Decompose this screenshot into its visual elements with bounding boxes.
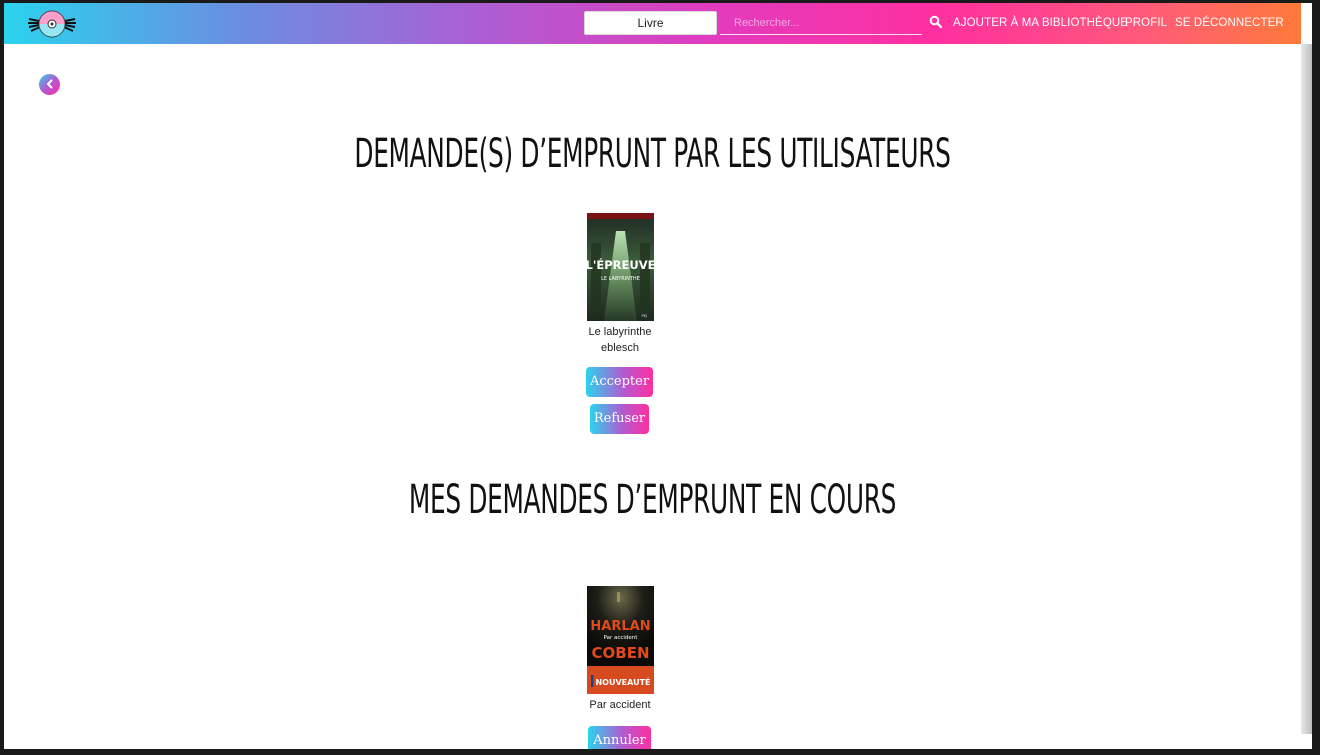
incoming-requests-heading: DEMANDE(S) D’EMPRUNT PAR LES UTILISATEUR… (354, 131, 951, 177)
search-input[interactable] (720, 11, 922, 35)
scrollbar-shadow (1301, 44, 1312, 734)
search-type-select[interactable]: Livre (584, 11, 717, 35)
book-title: Le labyrinthe (588, 326, 652, 338)
back-button[interactable] (39, 74, 60, 95)
book-title: Par accident (589, 699, 651, 711)
cover-badge: NOUVEAUTÉ (595, 676, 650, 687)
cover-text: L'ÉPREUVE (587, 257, 654, 272)
search-type-value: Livre (637, 16, 664, 30)
browser-viewport: Livre AJOUTER À MA BIBLIOTHÈQUE PROFIL S… (4, 3, 1312, 749)
accept-button[interactable]: Accepter (586, 367, 653, 397)
refuse-button[interactable]: Refuser (590, 404, 649, 434)
cover-subtitle: LE LABYRINTHE (601, 276, 640, 282)
incoming-request-card: L'ÉPREUVE LE LABYRINTHE PKJ Le labyrinth… (560, 213, 680, 434)
cover-author-last: COBEN (591, 644, 649, 662)
my-request-card: HARLAN Par accident COBEN NOUVEAUTÉ Par … (560, 586, 680, 749)
disc-logo-icon[interactable] (26, 9, 78, 39)
book-cover-labyrinthe[interactable]: L'ÉPREUVE LE LABYRINTHE PKJ (586, 213, 654, 321)
cover-publisher: PKJ (641, 314, 646, 318)
book-requester: eblesch (601, 342, 639, 354)
top-navbar: Livre AJOUTER À MA BIBLIOTHÈQUE PROFIL S… (4, 3, 1301, 44)
chevron-left-icon (45, 76, 55, 94)
nav-logout-link[interactable]: SE DÉCONNECTER (1175, 17, 1284, 29)
search-icon[interactable] (929, 15, 943, 29)
cover-subtitle: Par accident (603, 635, 638, 641)
nav-profile-link[interactable]: PROFIL (1125, 17, 1167, 29)
my-requests-heading: MES DEMANDES D’EMPRUNT EN COURS (408, 477, 897, 523)
book-cover-par-accident[interactable]: HARLAN Par accident COBEN NOUVEAUTÉ (586, 586, 654, 694)
nav-add-to-library-link[interactable]: AJOUTER À MA BIBLIOTHÈQUE (953, 17, 1128, 29)
cover-author-first: HARLAN (590, 619, 650, 634)
cancel-button[interactable]: Annuler (588, 726, 651, 749)
